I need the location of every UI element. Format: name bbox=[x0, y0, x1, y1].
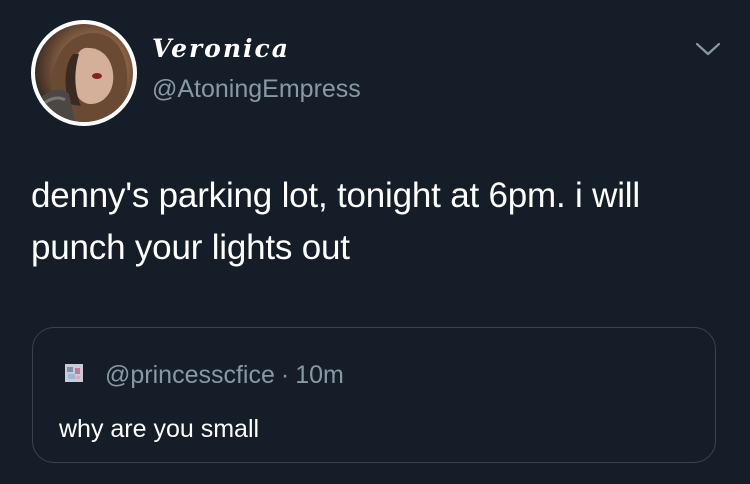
avatar[interactable] bbox=[31, 20, 137, 126]
quoted-timestamp[interactable]: 10m bbox=[295, 361, 344, 389]
separator: · bbox=[280, 361, 290, 389]
user-handle[interactable]: @AtoningEmpress bbox=[152, 74, 361, 104]
quoted-tweet[interactable]: @princesscfice · 10m why are you small bbox=[32, 327, 716, 463]
chevron-down-icon[interactable] bbox=[693, 36, 723, 62]
tweet-text: denny's parking lot, tonight at 6pm. i w… bbox=[31, 176, 640, 267]
quoted-handle[interactable]: @princesscfice bbox=[105, 361, 275, 389]
display-name[interactable]: Veronica bbox=[152, 34, 290, 64]
tweet-card: Veronica @AtoningEmpress denny's parking… bbox=[0, 0, 750, 484]
avatar-image bbox=[35, 24, 133, 122]
quoted-text: why are you small bbox=[59, 415, 260, 443]
quoted-avatar bbox=[65, 364, 83, 382]
quoted-handle-line: @princesscfice · 10m bbox=[105, 361, 344, 389]
